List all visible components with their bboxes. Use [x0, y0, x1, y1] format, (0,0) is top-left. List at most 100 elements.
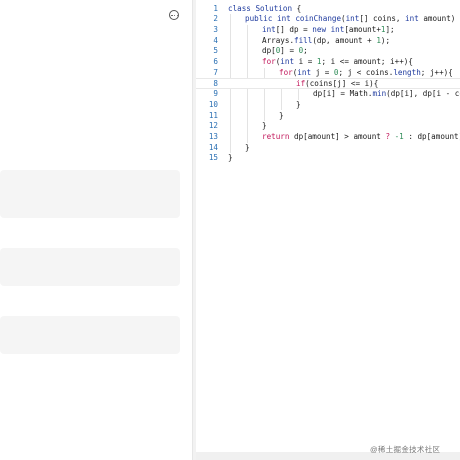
code-line[interactable]: 12}: [196, 121, 460, 132]
code-token: [] coins,: [359, 14, 406, 24]
line-number: 1: [213, 3, 218, 13]
line-number: 4: [213, 35, 218, 45]
code-line[interactable]: 4 Arrays.fill(dp, amount + 1);: [196, 36, 460, 47]
code-editor[interactable]: 1 class Solution {2 public int coinChange(…: [196, 0, 460, 460]
code-token: for: [262, 57, 276, 66]
code-text: for(int i = 1; i <= amount; i++){: [262, 57, 413, 68]
code-token: public: [245, 14, 278, 24]
code-token: (coins[j] <= i){: [305, 79, 379, 89]
code-token: ; j < coins.: [338, 67, 394, 77]
line-number: 14: [208, 142, 218, 152]
code-token: ];: [385, 24, 395, 34]
problem-panel: [0, 0, 192, 460]
code-token: coinChange: [295, 14, 342, 24]
line-number: 6: [213, 57, 218, 66]
code-line[interactable]: 6 for(int i = 1; i <= amount; i++){: [196, 57, 460, 68]
code-token: int: [262, 24, 276, 34]
more-options-icon[interactable]: [169, 10, 179, 20]
code-token: (dp, amount +: [312, 35, 377, 45]
content-card[interactable]: [0, 248, 180, 286]
code-token: }: [228, 153, 233, 163]
code-text: }: [296, 100, 301, 111]
code-line[interactable]: 2 public int coinChange(int[] coins, int …: [196, 14, 460, 25]
content-card[interactable]: [0, 170, 180, 218]
code-token: ; j++){: [420, 67, 453, 77]
code-token: -1: [394, 131, 409, 141]
line-number: 12: [208, 121, 218, 131]
code-token: min: [372, 89, 387, 99]
code-token: [] dp =: [275, 24, 313, 34]
code-token: new: [312, 24, 331, 34]
code-token: }: [262, 121, 267, 131]
code-text: dp[0] = 0;: [262, 46, 308, 57]
code-line[interactable]: 7 for(int j = 0; j < coins.length; j++){: [196, 68, 460, 79]
code-token: length: [393, 67, 421, 77]
line-number: 5: [213, 46, 218, 56]
code-text: public int coinChange(int[] coins, int a…: [245, 14, 460, 25]
code-line[interactable]: 15}: [196, 153, 460, 164]
code-token: }: [279, 110, 284, 120]
code-line[interactable]: 5 dp[0] = 0;: [196, 46, 460, 57]
code-text: }: [262, 121, 267, 132]
code-line[interactable]: 9 dp[i] = Math.min(dp[i], dp[i - coin: [196, 89, 460, 100]
line-number: 11: [208, 110, 218, 120]
line-number: 9: [213, 89, 218, 99]
code-token: fill: [294, 35, 313, 45]
code-token: ?: [385, 131, 395, 141]
line-number: 10: [208, 99, 218, 109]
code-token: : dp[amount];: [408, 131, 460, 141]
code-token: return: [262, 131, 295, 141]
code-token: );: [380, 35, 391, 45]
code-line[interactable]: 8 if(coins[j] <= i){: [196, 78, 460, 90]
code-token: int: [280, 57, 299, 66]
code-token: [amount+: [344, 24, 381, 34]
code-line[interactable]: 11}: [196, 111, 460, 122]
code-token: i =: [298, 57, 317, 66]
code-token: (dp[i], dp[i - coin: [386, 89, 460, 99]
watermark: @稀土掘金技术社区: [370, 445, 441, 454]
code-line[interactable]: 10}: [196, 100, 460, 111]
code-token: Arrays: [262, 35, 290, 45]
code-token: dp[: [262, 46, 276, 56]
line-number: 7: [213, 67, 218, 77]
code-token: dp[amount] > amount: [294, 131, 386, 141]
code-text: }: [228, 153, 233, 164]
code-text: int[] dp = new int[amount+1];: [262, 25, 395, 36]
code-text: }: [245, 143, 250, 154]
code-token: int: [330, 24, 345, 34]
code-token: if: [296, 79, 306, 89]
code-text: class Solution {: [228, 4, 301, 15]
code-text: return dp[amount] > amount ? -1 : dp[amo…: [262, 132, 460, 143]
code-token: ; i <= amount; i++){: [321, 57, 413, 66]
line-number: 8: [213, 79, 218, 89]
code-token: Solution: [255, 3, 293, 13]
code-token: ;: [303, 46, 308, 56]
code-token: int: [297, 67, 316, 77]
code-token: j =: [315, 67, 334, 77]
code-token: {: [292, 3, 302, 13]
code-token: class: [228, 3, 256, 13]
line-number: 13: [208, 131, 218, 141]
code-token: }: [245, 142, 250, 152]
code-text: }: [279, 111, 284, 122]
code-token: int: [345, 14, 360, 24]
line-number: 2: [213, 14, 218, 24]
code-line[interactable]: 14}: [196, 143, 460, 154]
code-token: amount) {: [423, 14, 460, 24]
code-line[interactable]: 1 class Solution {: [196, 4, 460, 15]
code-text: for(int j = 0; j < coins.length; j++){: [279, 68, 453, 79]
content-card[interactable]: [0, 316, 180, 354]
code-token: int: [405, 14, 424, 24]
code-token: for: [279, 67, 293, 77]
code-line[interactable]: 13 return dp[amount] > amount ? -1 : dp[a…: [196, 132, 460, 143]
line-number: 3: [213, 24, 218, 34]
code-token: dp[i] =: [313, 89, 350, 99]
code-text: if(coins[j] <= i){: [296, 79, 378, 88]
code-text: dp[i] = Math.min(dp[i], dp[i - coin: [313, 89, 460, 100]
code-token: Math: [349, 89, 368, 99]
line-number: 15: [208, 153, 218, 163]
code-token: int: [277, 14, 296, 24]
code-text: Arrays.fill(dp, amount + 1);: [262, 36, 390, 47]
code-token: }: [296, 99, 301, 109]
code-line[interactable]: 3 int[] dp = new int[amount+1];: [196, 25, 460, 36]
